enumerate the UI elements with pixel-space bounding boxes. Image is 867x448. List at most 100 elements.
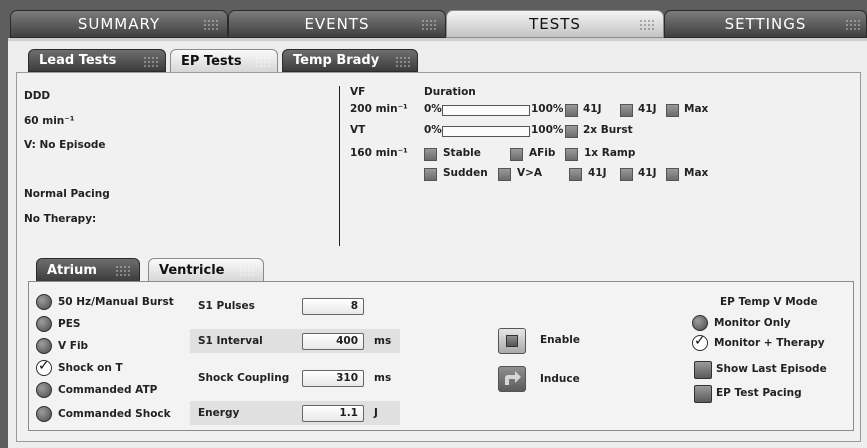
tab-ep-tests-label: EP Tests — [181, 53, 242, 69]
vf-option-checkbox[interactable] — [666, 104, 679, 117]
ep-temp-v-mode-title: EP Temp V Mode — [720, 296, 818, 308]
radio-button[interactable] — [36, 316, 52, 332]
option-v-fib[interactable]: V Fib — [36, 337, 88, 355]
vt-duration-bar — [442, 126, 530, 137]
field-unit: J — [374, 407, 378, 419]
option-commanded-shock[interactable]: Commanded Shock — [36, 405, 171, 423]
vf-option-checkbox[interactable] — [565, 104, 578, 117]
tab-temp-brady[interactable]: Temp Brady — [282, 49, 418, 72]
field-label: Energy — [198, 407, 240, 419]
tab-events[interactable]: EVENTS — [228, 10, 446, 38]
monitor-only-option[interactable]: Monitor Only — [692, 314, 791, 332]
tab-grip-icon — [395, 56, 411, 68]
tab-grip-icon — [845, 19, 861, 31]
tab-grip-icon — [421, 19, 437, 31]
ep-test-pacing-button[interactable] — [694, 385, 712, 403]
radio-button[interactable] — [36, 294, 52, 310]
induce-arrow-icon — [505, 371, 521, 385]
field-unit: ms — [374, 372, 392, 384]
vt-option-checkbox[interactable] — [620, 168, 633, 181]
field-label: Shock Coupling — [198, 372, 290, 384]
field-unit: ms — [374, 335, 392, 347]
shock-coupling-input[interactable]: 310 — [302, 369, 364, 387]
tab-summary[interactable]: SUMMARY — [10, 10, 228, 38]
tab-settings[interactable]: SETTINGS — [664, 10, 867, 38]
tab-grip-icon — [255, 56, 271, 68]
tab-ep-tests[interactable]: EP Tests — [170, 49, 278, 72]
pacing-status: Normal Pacing — [24, 188, 110, 200]
show-last-episode-button[interactable] — [694, 361, 712, 379]
induce-button[interactable] — [498, 366, 526, 392]
option-label: V Fib — [58, 340, 89, 352]
ramp-label: 1x Ramp — [584, 147, 636, 159]
pacing-mode: DDD — [24, 90, 51, 102]
vf-bar-max: 100% — [531, 103, 564, 115]
field-s1-pulses: S1 Pulses 8 — [190, 294, 400, 318]
duration-header: Duration — [424, 86, 476, 98]
stable-label: Stable — [443, 147, 481, 159]
tab-grip-icon — [203, 19, 219, 31]
radio-button-selected[interactable]: ✓ — [692, 333, 708, 351]
vf-rate: 200 min⁻¹ — [350, 103, 408, 115]
vt-bar-min: 0% — [424, 124, 442, 136]
monitor-therapy-option[interactable]: ✓ Monitor + Therapy — [692, 333, 825, 352]
vf-zone-label: VF — [350, 86, 366, 98]
option-manual-burst[interactable]: 50 Hz/Manual Burst — [36, 293, 174, 311]
radio-button[interactable] — [36, 406, 52, 422]
radio-button[interactable] — [36, 338, 52, 354]
option-pes[interactable]: PES — [36, 315, 80, 333]
vt-burst-label: 2x Burst — [583, 124, 633, 136]
vt-option-label: 41J — [638, 167, 657, 179]
field-energy: Energy 1.1 J — [190, 401, 400, 425]
v-gt-a-checkbox[interactable] — [498, 168, 511, 181]
field-shock-coupling: Shock Coupling 310 ms — [190, 366, 400, 390]
sudden-checkbox[interactable] — [424, 168, 437, 181]
tab-grip-icon — [143, 56, 159, 68]
checkmark-icon: ✓ — [694, 333, 706, 349]
induce-label: Induce — [540, 373, 580, 385]
s1-pulses-input[interactable]: 8 — [302, 297, 364, 315]
field-s1-interval: S1 Interval 400 ms — [190, 329, 400, 353]
afib-checkbox[interactable] — [510, 148, 523, 161]
option-commanded-atp[interactable]: Commanded ATP — [36, 381, 157, 399]
v-episode-status: V: No Episode — [24, 139, 106, 151]
vt-burst-checkbox[interactable] — [565, 125, 578, 138]
vf-option-label: 41J — [583, 103, 602, 115]
ramp-checkbox[interactable] — [565, 148, 578, 161]
radio-button[interactable] — [692, 315, 708, 331]
option-label: Commanded ATP — [58, 384, 158, 396]
option-label: PES — [58, 318, 81, 330]
option-label: Monitor + Therapy — [714, 337, 825, 349]
tab-grip-icon — [239, 265, 255, 277]
afib-label: AFib — [529, 147, 556, 159]
radio-button[interactable] — [36, 382, 52, 398]
checkmark-icon: ✓ — [38, 358, 50, 374]
sudden-label: Sudden — [443, 167, 488, 179]
therapy-status: No Therapy: — [24, 213, 97, 225]
vf-option-label: Max — [684, 103, 709, 115]
vt-rate: 160 min⁻¹ — [350, 147, 408, 159]
tab-grip-icon — [639, 19, 655, 31]
tab-tests[interactable]: TESTS — [446, 10, 664, 38]
vf-option-checkbox[interactable] — [620, 104, 633, 117]
vt-option-checkbox[interactable] — [569, 168, 582, 181]
ep-test-pacing-label: EP Test Pacing — [716, 387, 802, 399]
vf-bar-min: 0% — [424, 103, 442, 115]
vf-duration-bar — [442, 105, 530, 116]
s1-interval-input[interactable]: 400 — [302, 332, 364, 350]
tab-lead-tests[interactable]: Lead Tests — [28, 49, 166, 72]
option-shock-on-t[interactable]: ✓ Shock on T — [36, 358, 123, 377]
lower-rate: 60 min⁻¹ — [24, 115, 75, 127]
vt-bar-max: 100% — [531, 124, 564, 136]
tab-atrium[interactable]: Atrium — [36, 258, 140, 282]
energy-input[interactable]: 1.1 — [302, 404, 364, 422]
enable-button[interactable] — [498, 328, 526, 354]
tab-summary-label: SUMMARY — [77, 15, 161, 33]
vt-option-label: 41J — [588, 167, 607, 179]
tab-ventricle-label: Ventricle — [159, 263, 225, 278]
stable-checkbox[interactable] — [424, 148, 437, 161]
option-label: Shock on T — [58, 362, 123, 374]
vt-option-checkbox[interactable] — [666, 168, 679, 181]
tab-ventricle[interactable]: Ventricle — [148, 258, 264, 282]
radio-button-selected[interactable]: ✓ — [36, 358, 52, 376]
